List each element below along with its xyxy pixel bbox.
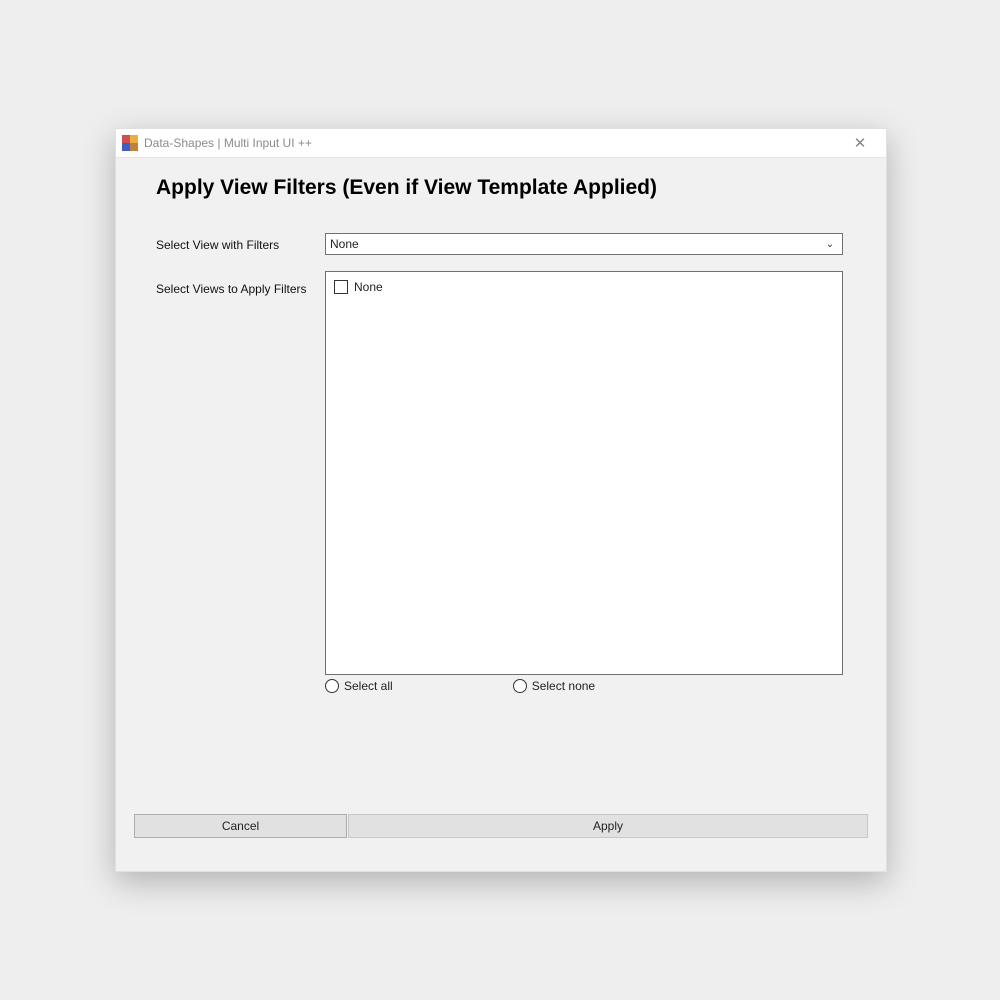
close-button[interactable]: ✕ <box>840 129 880 157</box>
list-item[interactable]: None <box>334 278 834 296</box>
cancel-button[interactable]: Cancel <box>134 814 347 838</box>
app-icon <box>122 135 138 151</box>
button-row: Cancel Apply <box>134 814 868 838</box>
radio-select-all[interactable]: Select all <box>325 679 393 693</box>
label-select-view-with-filters: Select View with Filters <box>156 238 279 252</box>
views-listbox[interactable]: None <box>325 271 843 675</box>
radio-label: Select all <box>344 679 393 693</box>
checkbox-icon[interactable] <box>334 280 348 294</box>
page-title: Apply View Filters (Even if View Templat… <box>156 176 657 200</box>
radio-icon <box>325 679 339 693</box>
dialog-window: Data-Shapes | Multi Input UI ++ ✕ Apply … <box>115 128 887 872</box>
button-label: Cancel <box>222 819 259 833</box>
radio-label: Select none <box>532 679 595 693</box>
titlebar: Data-Shapes | Multi Input UI ++ ✕ <box>116 129 886 158</box>
close-icon: ✕ <box>854 134 867 152</box>
label-select-views-to-apply: Select Views to Apply Filters <box>156 282 307 296</box>
apply-button[interactable]: Apply <box>348 814 868 838</box>
select-view-dropdown[interactable]: None ⌄ <box>325 233 843 255</box>
list-item-label: None <box>354 280 383 294</box>
chevron-down-icon: ⌄ <box>822 239 838 250</box>
window-title: Data-Shapes | Multi Input UI ++ <box>144 136 312 150</box>
radio-select-none[interactable]: Select none <box>513 679 595 693</box>
radio-icon <box>513 679 527 693</box>
select-mode-radios: Select all Select none <box>325 679 595 693</box>
button-label: Apply <box>593 819 623 833</box>
client-area: Apply View Filters (Even if View Templat… <box>116 158 886 872</box>
dropdown-selected-text: None <box>330 237 822 251</box>
